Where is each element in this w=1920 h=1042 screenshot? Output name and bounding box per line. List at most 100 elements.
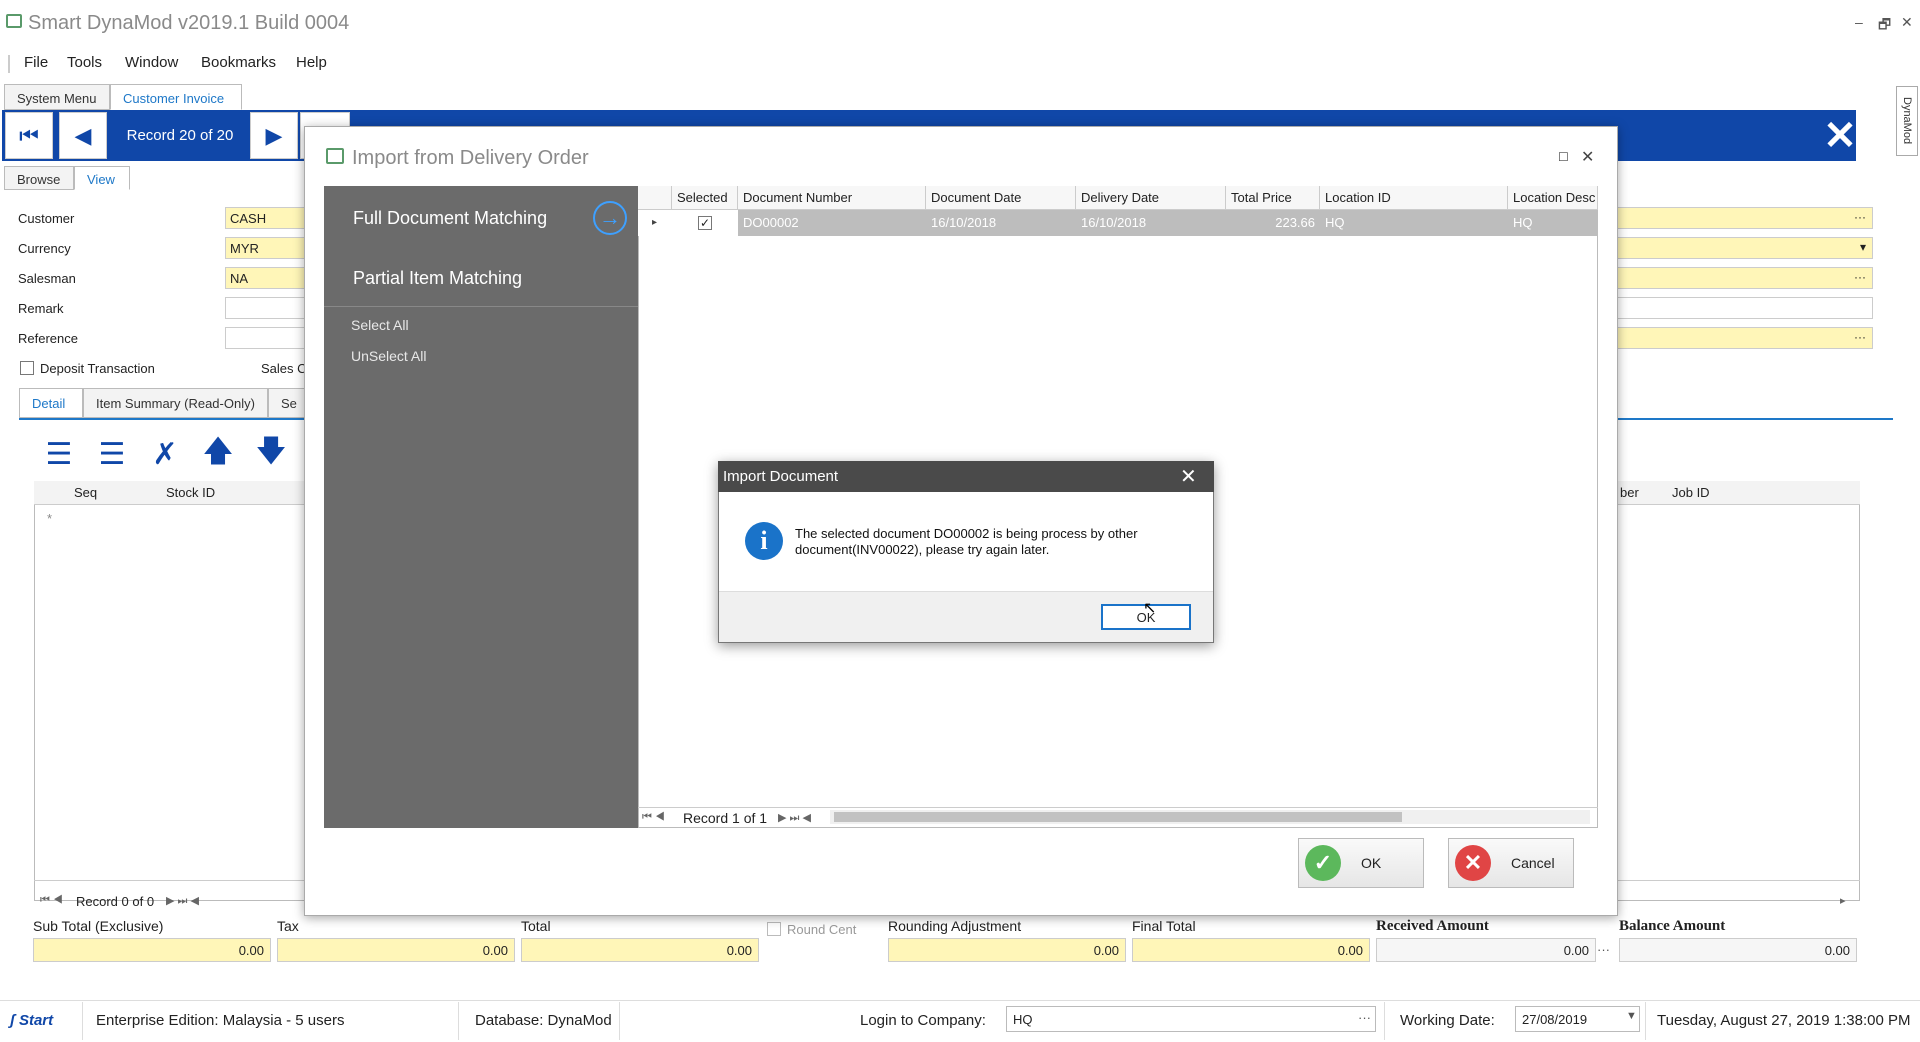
unselect-all-link[interactable]: UnSelect All — [351, 348, 426, 364]
received-lookup-icon[interactable]: ··· — [1597, 942, 1610, 957]
start-button[interactable]: ʃ Start — [10, 1012, 53, 1029]
delete-row-icon[interactable]: ✗ — [147, 436, 183, 472]
tab-customer-invoice[interactable]: Customer Invoice — [110, 84, 242, 110]
salesman-lookup-button[interactable]: ··· — [1615, 267, 1873, 289]
round-cent-checkbox[interactable] — [767, 922, 781, 939]
menu-tools[interactable]: Tools — [67, 54, 102, 71]
col-selected[interactable]: Selected — [672, 186, 738, 210]
app-icon — [6, 14, 22, 28]
row-location-desc[interactable]: HQ — [1508, 210, 1598, 236]
customer-field[interactable]: CASH — [225, 207, 305, 229]
detail-grid-nav-icons-right[interactable]: ▶ ⏭ ◀ — [166, 894, 199, 908]
final-total-field[interactable]: 0.00 — [1132, 938, 1370, 962]
rounding-field[interactable]: 0.00 — [888, 938, 1126, 962]
tab-item-summary[interactable]: Item Summary (Read-Only) — [83, 388, 268, 418]
login-company-field[interactable]: HQ — [1006, 1006, 1376, 1032]
row-document-date[interactable]: 16/10/2018 — [926, 210, 1076, 236]
row-document-number[interactable]: DO00002 — [738, 210, 926, 236]
detail-scroll-right[interactable]: ▸ — [1840, 894, 1846, 907]
currency-dropdown[interactable]: ▾ — [1615, 237, 1873, 259]
remark-label: Remark — [18, 301, 64, 316]
import-record-label: Record 1 of 1 — [683, 810, 768, 826]
select-all-link[interactable]: Select All — [351, 317, 409, 333]
col-total-price[interactable]: Total Price — [1226, 186, 1320, 210]
rounding-label: Rounding Adjustment — [888, 918, 1022, 934]
col-number-partial[interactable]: ber — [1620, 485, 1639, 500]
close-document-button[interactable]: ✕ — [1812, 110, 1868, 161]
edition-info: Enterprise Edition: Malaysia - 5 users — [96, 1012, 345, 1029]
move-up-icon[interactable]: 🡅 — [200, 435, 236, 472]
import-maximize-button[interactable]: ☐ — [1558, 150, 1569, 164]
menu-file[interactable]: File — [24, 54, 48, 71]
add-row-icon[interactable]: ☰ — [41, 436, 77, 472]
tab-serial[interactable]: Se — [268, 388, 306, 418]
close-window-button[interactable]: ✕ — [1901, 14, 1913, 31]
move-down-icon[interactable]: 🡇 — [253, 435, 289, 472]
col-location-desc[interactable]: Location Desc — [1508, 186, 1598, 210]
next-record-button[interactable]: ▶ — [250, 112, 298, 159]
detail-grid-nav-icons[interactable]: ⏮ ◀ — [40, 894, 63, 907]
col-document-number[interactable]: Document Number — [738, 186, 926, 210]
status-separator — [82, 1002, 83, 1040]
row-indicator-header — [638, 186, 672, 210]
tab-view[interactable]: View — [74, 166, 130, 190]
menu-window[interactable]: Window — [125, 54, 178, 71]
side-tab-dynamod[interactable]: DynaMod — [1896, 86, 1918, 156]
row-total-price[interactable]: 223.66 — [1226, 210, 1320, 236]
arrow-right-icon[interactable]: → — [593, 201, 627, 235]
reference-lookup-button[interactable]: ··· — [1615, 327, 1873, 349]
restore-button[interactable]: 🗗 — [1878, 14, 1891, 38]
import-grid-nav-first[interactable]: ⏮ ◀ — [642, 811, 665, 824]
row-location-id[interactable]: HQ — [1320, 210, 1508, 236]
sub-total-field[interactable]: 0.00 — [33, 938, 271, 962]
import-grid-scroll-thumb[interactable] — [834, 812, 1402, 822]
total-field[interactable]: 0.00 — [521, 938, 759, 962]
login-company-lookup[interactable]: ··· — [1358, 1010, 1371, 1025]
minimize-button[interactable]: – — [1855, 14, 1863, 30]
tab-browse[interactable]: Browse — [4, 166, 74, 190]
detail-record-label: Record 0 of 0 — [76, 894, 155, 909]
remark-field[interactable] — [225, 297, 305, 319]
customer-lookup-button[interactable]: ··· — [1615, 207, 1873, 229]
full-document-matching[interactable]: Full Document Matching — [353, 208, 547, 229]
message-close-button[interactable]: ✕ — [1180, 464, 1197, 489]
reference-field[interactable] — [225, 327, 305, 349]
col-document-date[interactable]: Document Date — [926, 186, 1076, 210]
tab-system-menu[interactable]: System Menu — [4, 84, 110, 110]
col-job-id[interactable]: Job ID — [1672, 485, 1710, 500]
partial-item-matching[interactable]: Partial Item Matching — [353, 268, 522, 289]
row-selected-checkbox[interactable]: ✓ — [672, 210, 738, 236]
menu-bookmarks[interactable]: Bookmarks — [201, 54, 276, 71]
first-record-button[interactable]: ⏮ — [5, 112, 53, 159]
import-close-button[interactable]: ✕ — [1581, 147, 1594, 167]
row-delivery-date[interactable]: 16/10/2018 — [1076, 210, 1226, 236]
sales-label-partial: Sales C — [261, 361, 307, 376]
tax-field[interactable]: 0.00 — [277, 938, 515, 962]
col-delivery-date[interactable]: Delivery Date — [1076, 186, 1226, 210]
currency-field[interactable]: MYR — [225, 237, 305, 259]
working-date-dropdown-icon[interactable]: ▼ — [1626, 1010, 1637, 1022]
deposit-checkbox[interactable] — [20, 361, 34, 378]
col-stock-id[interactable]: Stock ID — [166, 485, 215, 500]
menu-grip — [8, 55, 10, 73]
tab-detail[interactable]: Detail — [19, 388, 83, 418]
menu-help[interactable]: Help — [296, 54, 327, 71]
insert-row-icon[interactable]: ☰ — [94, 436, 130, 472]
message-text: The selected document DO00002 is being p… — [795, 526, 1138, 557]
right-text-field[interactable] — [1615, 297, 1873, 319]
current-row-arrow-icon: ▸ — [638, 210, 672, 236]
import-ok-button[interactable]: ✓ OK — [1298, 838, 1424, 888]
col-seq[interactable]: Seq — [74, 485, 97, 500]
new-row-indicator[interactable]: * — [47, 511, 52, 526]
working-date-label: Working Date: — [1400, 1012, 1495, 1029]
col-location-id[interactable]: Location ID — [1320, 186, 1508, 210]
next-record-icon: ▶ — [265, 122, 283, 148]
received-amount-field[interactable]: 0.00 — [1376, 938, 1596, 962]
import-grid-nav-next[interactable]: ▶ ⏭ ◀ — [778, 811, 811, 825]
balance-amount-field[interactable]: 0.00 — [1619, 938, 1857, 962]
import-cancel-button[interactable]: ✕ Cancel — [1448, 838, 1574, 888]
salesman-field[interactable]: NA — [225, 267, 305, 289]
previous-record-icon: ◀ — [74, 122, 92, 148]
working-date-field[interactable]: 27/08/2019 — [1515, 1006, 1640, 1032]
previous-record-button[interactable]: ◀ — [59, 112, 107, 159]
